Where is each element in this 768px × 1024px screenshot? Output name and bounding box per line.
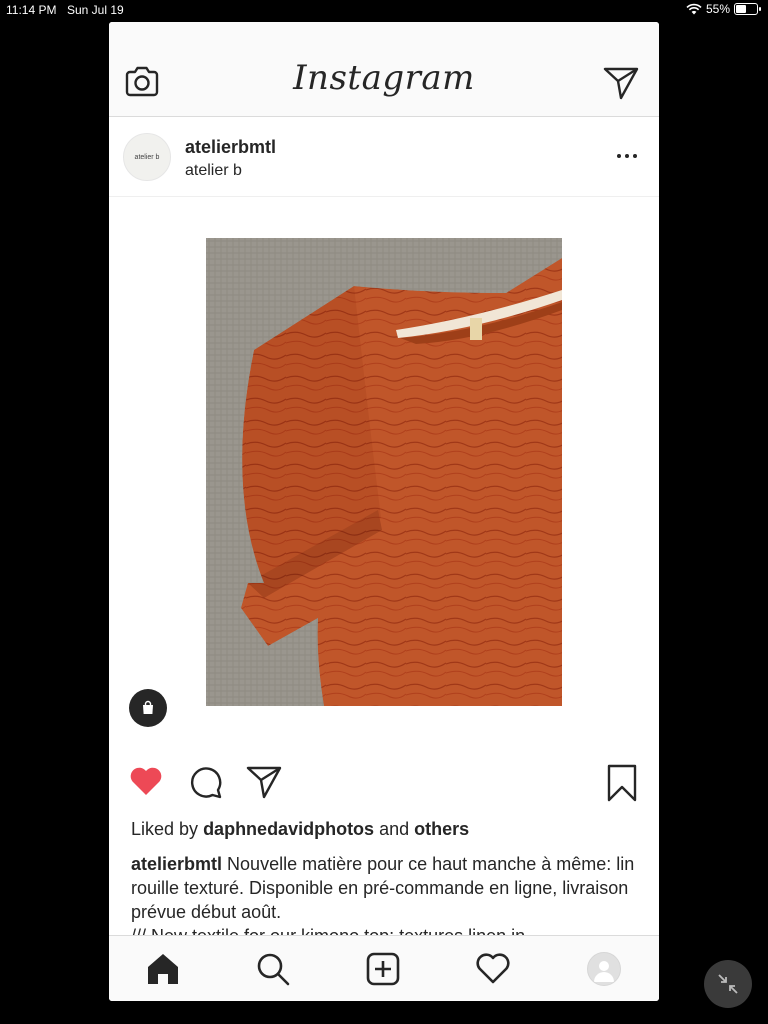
profile-icon	[587, 952, 621, 986]
share-icon[interactable]	[246, 765, 282, 799]
shopping-bag-icon[interactable]	[129, 689, 167, 727]
battery-percent: 55%	[705, 2, 730, 16]
post-username[interactable]: atelierbmtl	[185, 137, 276, 158]
shirt-label	[470, 318, 482, 340]
caption-username[interactable]: atelierbmtl	[131, 854, 222, 874]
avatar[interactable]: atelier b	[123, 133, 171, 181]
comment-icon[interactable]	[188, 765, 224, 799]
post-image[interactable]	[206, 238, 562, 706]
add-post-icon	[366, 952, 400, 986]
liked-by-others[interactable]: others	[414, 819, 469, 839]
likes-summary: Liked by daphnedavidphotos and others	[131, 819, 469, 840]
battery-fill	[736, 5, 746, 13]
activity-heart-icon	[476, 953, 510, 984]
status-right: 55%	[686, 2, 761, 16]
tab-home[interactable]	[145, 951, 181, 987]
direct-send-icon[interactable]	[603, 66, 639, 100]
post-actions	[109, 762, 659, 802]
post-location[interactable]: atelier b	[185, 162, 242, 180]
avatar-text: atelier b	[134, 153, 160, 161]
instagram-app: Instagram atelier b atelierbmtl atelier …	[109, 22, 659, 1001]
wifi-icon	[686, 3, 702, 15]
bottom-tab-bar	[109, 935, 659, 1001]
search-icon	[257, 953, 290, 986]
tab-add-post[interactable]	[365, 951, 401, 987]
post-caption: atelierbmtl Nouvelle matière pour ce hau…	[131, 852, 641, 936]
liked-by-and: and	[379, 819, 410, 839]
minimize-window-button[interactable]	[704, 960, 752, 1008]
top-navigation: Instagram	[109, 22, 659, 117]
bookmark-icon[interactable]	[606, 764, 638, 802]
collapse-arrows-icon	[718, 974, 738, 994]
tab-search[interactable]	[255, 951, 291, 987]
more-options-icon[interactable]	[617, 154, 637, 158]
tab-profile[interactable]	[586, 951, 622, 987]
status-date: Sun Jul 19	[67, 3, 124, 17]
status-time: 11:14 PM	[6, 3, 57, 17]
instagram-logo[interactable]: Instagram	[109, 58, 659, 98]
status-bar: 11:14 PM Sun Jul 19 55%	[0, 0, 768, 20]
battery-icon	[734, 3, 761, 15]
liked-by-prefix: Liked by	[131, 819, 199, 839]
home-icon	[148, 954, 178, 984]
post-header: atelier b atelierbmtl atelier b	[109, 117, 659, 197]
tab-activity[interactable]	[475, 951, 511, 987]
like-heart-icon[interactable]	[128, 765, 164, 797]
liked-by-user[interactable]: daphnedavidphotos	[203, 819, 374, 839]
